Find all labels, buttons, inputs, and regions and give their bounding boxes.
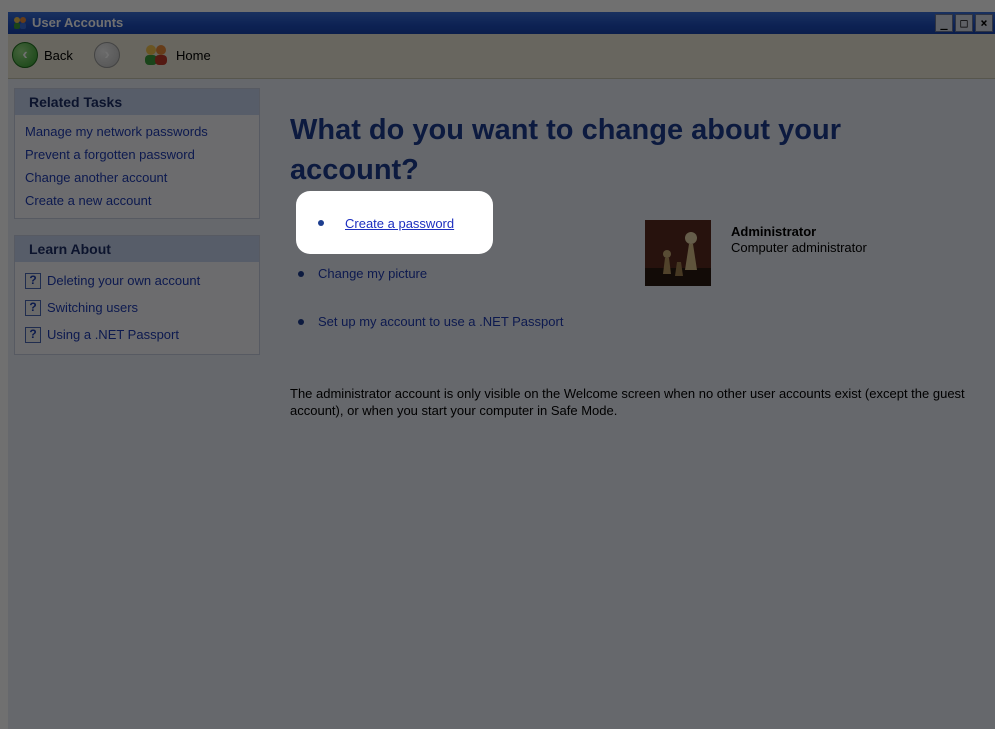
back-arrow-icon: ‹ [12,42,38,68]
net-passport-label: Set up my account to use a .NET Passport [318,314,564,329]
window-title: User Accounts [32,15,124,30]
close-button[interactable]: × [975,14,993,32]
account-name: Administrator [731,224,817,239]
users-icon [14,17,26,29]
home-users-icon [145,45,167,65]
account-type: Computer administrator [731,240,867,255]
minimize-button[interactable]: _ [935,14,953,32]
learn-net-passport[interactable]: ? Using a .NET Passport [25,321,249,348]
home-button[interactable]: Home [142,42,211,68]
change-picture-label: Change my picture [318,266,428,281]
help-icon: ? [25,326,41,343]
create-password-label: Create a password [345,216,455,231]
task-prevent-forgotten-password[interactable]: Prevent a forgotten password [25,143,249,166]
forward-button[interactable]: › [94,42,120,68]
learn-deleting-account[interactable]: ? Deleting your own account [25,267,249,294]
learn-item-label: Using a .NET Passport [47,327,179,342]
help-icon: ? [25,272,41,289]
avatar [645,220,711,286]
back-label: Back [44,47,73,63]
task-change-another-account[interactable]: Change another account [25,166,249,189]
window-controls: _ □ × [935,14,993,32]
related-tasks-heading: Related Tasks [15,89,259,115]
net-passport-link[interactable]: Set up my account to use a .NET Passport [298,314,563,329]
learn-item-label: Switching users [47,300,139,315]
account-summary: Administrator Computer administrator [645,220,975,290]
help-icon: ? [25,299,41,316]
home-label: Home [176,47,211,63]
learn-item-label: Deleting your own account [47,273,201,288]
learn-about-heading: Learn About [15,236,259,262]
main-content: What do you want to change about your ac… [290,110,980,418]
learn-about-panel: Learn About ? Deleting your own account … [14,235,260,355]
forward-arrow-icon: › [94,42,120,68]
change-picture-link[interactable]: Change my picture [298,266,427,281]
learn-switching-users[interactable]: ? Switching users [25,294,249,321]
bullet [298,318,304,325]
bullet [318,220,324,226]
admin-note: The administrator account is only visibl… [290,386,965,418]
bullet [298,270,304,277]
task-sidebar: Related Tasks Manage my network password… [14,88,260,371]
task-manage-network-passwords[interactable]: Manage my network passwords [25,120,249,143]
page-title: What do you want to change about your ac… [290,114,841,186]
related-tasks-panel: Related Tasks Manage my network password… [14,88,260,219]
task-create-new-account[interactable]: Create a new account [25,189,249,212]
back-button[interactable]: ‹ Back [12,42,73,68]
maximize-button[interactable]: □ [955,14,973,32]
title-bar: User Accounts _ □ × [8,12,995,34]
toolbar: ‹ Back › Home [8,34,995,79]
create-password-link[interactable]: Create a password [296,191,493,254]
